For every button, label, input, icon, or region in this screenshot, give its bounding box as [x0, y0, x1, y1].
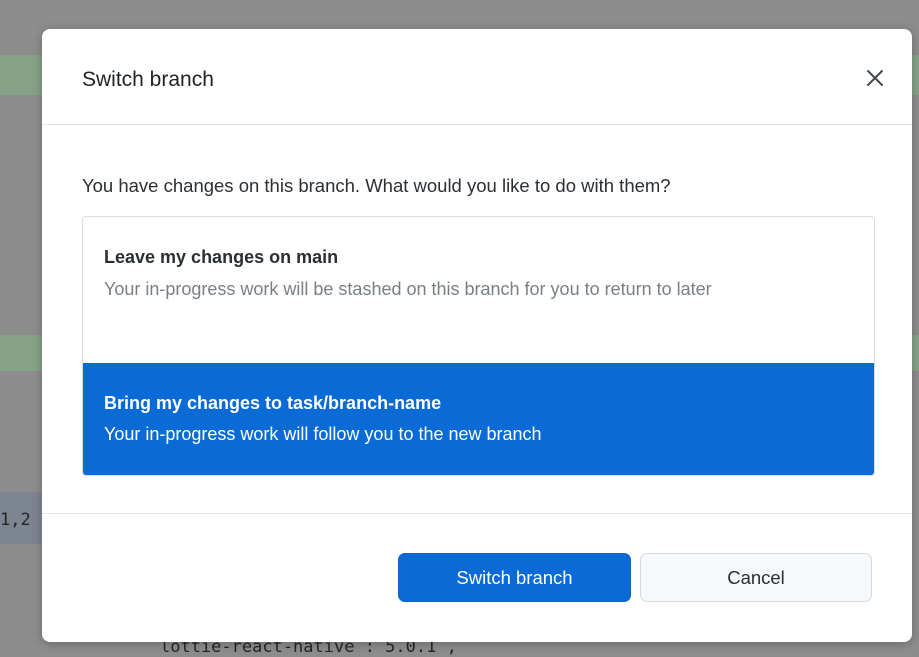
code-fragment: 1,2 — [0, 510, 31, 530]
option-title: Bring my changes to task/branch-name — [104, 393, 442, 413]
option-description: Your in-progress work will follow you to… — [104, 424, 542, 444]
switch-branch-button[interactable]: Switch branch — [398, 553, 631, 602]
option-description: Your in-progress work will be stashed on… — [104, 279, 712, 299]
option-title: Leave my changes on main — [104, 247, 339, 267]
close-button[interactable] — [860, 63, 890, 93]
option-bring-changes[interactable]: Bring my changes to task/branch-name You… — [83, 363, 874, 475]
switch-branch-dialog: Switch branch You have changes on this b… — [42, 29, 912, 642]
close-icon — [866, 69, 884, 87]
dialog-prompt: You have changes on this branch. What wo… — [82, 175, 671, 196]
option-leave-changes[interactable]: Leave my changes on main Your in-progres… — [83, 217, 874, 363]
footer-divider — [42, 513, 912, 514]
stash-options-list: Leave my changes on main Your in-progres… — [82, 216, 875, 476]
cancel-button[interactable]: Cancel — [640, 553, 872, 602]
dialog-header: Switch branch — [42, 29, 912, 125]
dialog-title: Switch branch — [82, 68, 214, 91]
